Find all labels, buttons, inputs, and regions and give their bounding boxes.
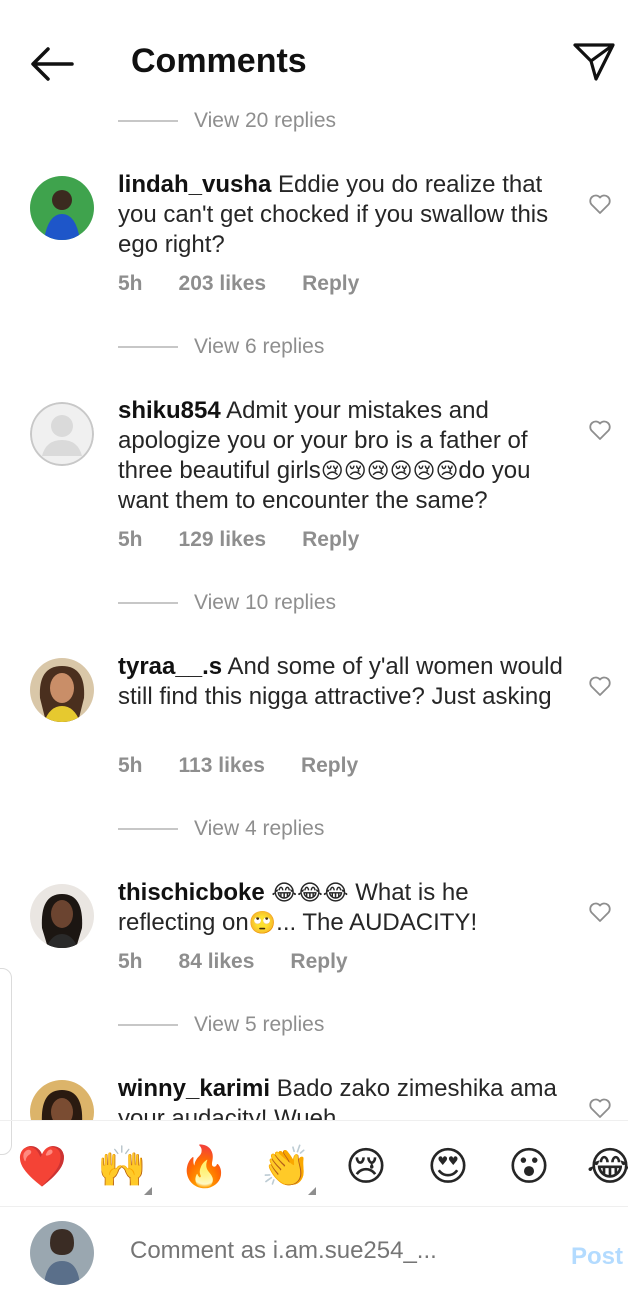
view-replies-label: View 20 replies: [194, 109, 337, 132]
view-replies-button[interactable]: View 10 replies: [118, 588, 336, 618]
divider-line: [118, 346, 178, 348]
comment-item: tyraa__.s And some of y'all women would …: [0, 652, 628, 792]
comment-time: 5h: [118, 754, 143, 777]
comment-username[interactable]: lindah_vusha: [118, 171, 271, 198]
view-replies-label: View 10 replies: [194, 591, 337, 614]
comment-username[interactable]: shiku854: [118, 397, 221, 424]
comment-text-continued: ... The AUDACITY!: [276, 909, 478, 936]
comment-likes[interactable]: 84 likes: [179, 950, 255, 974]
comment-meta: 5h 129 likes Reply: [118, 528, 395, 552]
tears-of-joy-emoji-icon[interactable]: 😂: [584, 1141, 628, 1193]
comment-username[interactable]: thischicboke: [118, 879, 265, 906]
page-title: Comments: [131, 42, 307, 80]
raised-hands-emoji-glyph: 🙌: [97, 1145, 147, 1189]
avatar[interactable]: [30, 176, 94, 240]
send-icon[interactable]: [572, 40, 616, 84]
comment-item: lindah_vusha Eddie you do realize that y…: [0, 170, 628, 310]
avatar[interactable]: [30, 1080, 94, 1120]
view-replies-label: View 5 replies: [194, 1013, 325, 1036]
divider-line: [118, 828, 178, 830]
avatar[interactable]: [30, 658, 94, 722]
emoji-reaction-bar: ❤️ 🙌 🔥 👏 😢 😍 😮 😂: [0, 1120, 628, 1207]
comment-username[interactable]: winny_karimi: [118, 1075, 270, 1102]
comment-compose-bar: Post: [0, 1206, 628, 1301]
view-replies-label: View 6 replies: [194, 335, 325, 358]
comment-body: winny_karimi Bado zako zimeshika ama you…: [118, 1074, 563, 1120]
comment-item: shiku854 Admit your mistakes and apologi…: [0, 396, 628, 566]
heart-outline-icon[interactable]: [588, 418, 612, 442]
view-replies-label: View 4 replies: [194, 817, 325, 840]
view-replies-button[interactable]: View 5 replies: [118, 1010, 324, 1040]
comment-meta: 5h 203 likes Reply: [118, 272, 395, 296]
header-bar: Comments: [0, 0, 628, 120]
divider-line: [118, 120, 178, 122]
heart-eyes-emoji-icon[interactable]: 😍: [422, 1141, 474, 1193]
comment-likes[interactable]: 113 likes: [179, 754, 265, 778]
comment-input[interactable]: [130, 1237, 550, 1265]
heart-outline-icon[interactable]: [588, 674, 612, 698]
view-replies-button[interactable]: View 20 replies: [118, 106, 336, 136]
reply-button[interactable]: Reply: [301, 754, 358, 778]
heart-outline-icon[interactable]: [588, 1096, 612, 1120]
comment-meta: 5h 84 likes Reply: [118, 950, 384, 974]
current-user-avatar: [30, 1221, 94, 1285]
raised-hands-emoji-icon[interactable]: 🙌: [96, 1141, 152, 1195]
divider-line: [118, 1024, 178, 1026]
skin-tone-indicator-icon: [308, 1187, 316, 1195]
comment-username[interactable]: tyraa__.s: [118, 653, 222, 680]
post-button[interactable]: Post: [571, 1243, 623, 1271]
view-replies-button[interactable]: View 6 replies: [118, 332, 324, 362]
crying-emoji-icon: 😢😢😢😢😢😢: [320, 458, 459, 483]
comment-meta: 5h 113 likes Reply: [118, 754, 394, 778]
comment-body: tyraa__.s And some of y'all women would …: [118, 652, 563, 712]
heart-outline-icon[interactable]: [588, 192, 612, 216]
red-heart-emoji-icon[interactable]: ❤️: [16, 1141, 68, 1193]
crying-face-emoji-icon[interactable]: 😢: [340, 1141, 392, 1193]
comment-body: thischicboke 😂😂😂 What is he reflecting o…: [118, 878, 563, 938]
skin-tone-indicator-icon: [144, 1187, 152, 1195]
heart-outline-icon[interactable]: [588, 900, 612, 924]
comment-time: 5h: [118, 272, 143, 295]
divider-line: [118, 602, 178, 604]
comment-time: 5h: [118, 950, 143, 973]
clapping-hands-emoji-icon[interactable]: 👏: [260, 1141, 316, 1195]
comment-body: lindah_vusha Eddie you do realize that y…: [118, 170, 563, 260]
reply-button[interactable]: Reply: [290, 950, 347, 974]
eye-roll-emoji-icon: 🙄: [248, 910, 277, 935]
laughing-emoji-icon: 😂😂😂: [271, 880, 349, 905]
fire-emoji-icon[interactable]: 🔥: [178, 1141, 230, 1193]
view-replies-button[interactable]: View 4 replies: [118, 814, 324, 844]
avatar[interactable]: [30, 402, 94, 466]
back-arrow-icon[interactable]: [28, 44, 74, 84]
comment-body: shiku854 Admit your mistakes and apologi…: [118, 396, 563, 516]
comment-time: 5h: [118, 528, 143, 551]
reply-button[interactable]: Reply: [302, 272, 359, 296]
clapping-hands-emoji-glyph: 👏: [261, 1145, 311, 1189]
comment-likes[interactable]: 203 likes: [179, 272, 267, 296]
avatar[interactable]: [30, 884, 94, 948]
comment-item: winny_karimi Bado zako zimeshika ama you…: [0, 1074, 628, 1120]
reply-button[interactable]: Reply: [302, 528, 359, 552]
surprised-face-emoji-icon[interactable]: 😮: [503, 1141, 555, 1193]
comment-item-partial: winny_karimi Bado zako zimeshika ama you…: [0, 1070, 628, 1120]
comment-likes[interactable]: 129 likes: [179, 528, 267, 552]
comment-item: thischicboke 😂😂😂 What is he reflecting o…: [0, 878, 628, 988]
